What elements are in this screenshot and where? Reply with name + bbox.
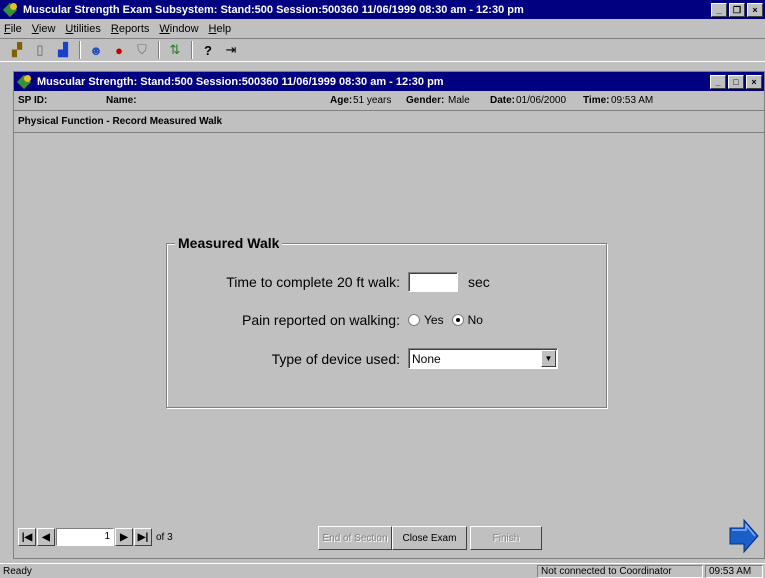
finish-button[interactable]: Finish (470, 526, 542, 550)
device-row: Type of device used: None ▼ (167, 348, 558, 369)
chart-icon[interactable]: ▟ (52, 40, 74, 60)
device-label: Type of device used: (271, 350, 400, 367)
status-bar: Ready Not connected to Coordinator 09:53… (0, 563, 765, 578)
menu-utilities[interactable]: Utilities (65, 23, 100, 35)
status-clock: 09:53 AM (705, 564, 763, 578)
pain-no-label: No (467, 313, 483, 327)
date-label: Date: (490, 95, 516, 106)
prev-page-button[interactable]: ◀ (37, 528, 55, 546)
time-value: 09:53 AM (611, 95, 654, 106)
exit-icon[interactable]: ⇥ (220, 40, 242, 60)
walk-time-unit: sec (468, 274, 490, 290)
age-value: 51 years (353, 95, 392, 106)
section-title-row: Physical Function - Record Measured Walk (14, 111, 764, 133)
walk-time-input[interactable] (408, 272, 458, 292)
filter-icon[interactable]: ⛉ (131, 40, 153, 60)
chevron-down-icon[interactable]: ▼ (541, 350, 556, 367)
close-button[interactable]: × (747, 2, 763, 17)
open-icon[interactable]: ▞ (6, 40, 28, 60)
toolbar-separator (79, 41, 81, 59)
section-title: Physical Function - Record Measured Walk (18, 116, 223, 127)
child-window-title: Muscular Strength: Stand:500 Session:500… (37, 75, 444, 88)
pain-no-radio-dot (451, 314, 464, 326)
pain-row: Pain reported on walking: Yes No (167, 312, 491, 328)
toolbar-separator (191, 41, 193, 59)
menu-view[interactable]: View (32, 23, 56, 35)
menu-help[interactable]: Help (209, 23, 232, 35)
child-minimize-button[interactable]: _ (710, 74, 726, 89)
menu-reports[interactable]: Reports (111, 23, 150, 35)
child-app-icon (17, 74, 33, 89)
page-total: of 3 (156, 531, 173, 543)
clipboard-icon[interactable]: ▯ (29, 40, 51, 60)
app-icon (3, 2, 19, 17)
menu-bar: File View Utilities Reports Window Help (0, 19, 765, 38)
device-select[interactable]: None ▼ (408, 348, 558, 369)
gender-label: Gender: (406, 95, 445, 106)
toolbar-separator (158, 41, 160, 59)
pain-yes-radio-dot (408, 314, 420, 326)
menu-window[interactable]: Window (159, 23, 198, 35)
pain-yes-radio[interactable]: Yes (408, 313, 444, 327)
walk-time-row: Time to complete 20 ft walk: sec (167, 272, 490, 292)
exam-child-window: Muscular Strength: Stand:500 Session:500… (13, 71, 765, 559)
next-arrow-icon[interactable] (727, 518, 761, 554)
child-close-button[interactable]: × (746, 74, 762, 89)
age-label: Age: (330, 95, 353, 106)
date-value: 01/06/2000 (516, 95, 567, 106)
menu-file[interactable]: File (4, 23, 22, 35)
status-text: Ready (3, 565, 32, 577)
next-page-button[interactable]: ▶ (115, 528, 133, 546)
child-title-bar: Muscular Strength: Stand:500 Session:500… (14, 72, 764, 91)
walk-time-label: Time to complete 20 ft walk: (226, 274, 400, 290)
minimize-button[interactable]: _ (711, 2, 727, 17)
close-exam-button[interactable]: Close Exam (392, 526, 467, 550)
participant-info-row: SP ID: Name: Age: 51 years Gender: Male … (14, 91, 764, 111)
pain-no-radio[interactable]: No (451, 313, 483, 327)
spid-label: SP ID: (18, 95, 48, 106)
gender-value: Male (448, 95, 470, 106)
pain-yes-label: Yes (424, 313, 444, 327)
measured-walk-group: Measured Walk Time to complete 20 ft wal… (166, 235, 607, 408)
child-maximize-button[interactable]: □ (728, 74, 744, 89)
main-title-bar: Muscular Strength Exam Subsystem: Stand:… (0, 0, 765, 19)
name-label: Name: (106, 95, 137, 106)
sort-icon[interactable]: ⇅ (164, 40, 186, 60)
page-number-input[interactable]: 1 (56, 528, 114, 546)
stop-icon[interactable]: ● (108, 40, 130, 60)
time-label: Time: (583, 95, 610, 106)
toolbar: ▞ ▯ ▟ ☻ ● ⛉ ⇅ ? ⇥ (0, 38, 765, 62)
users-icon[interactable]: ☻ (85, 40, 107, 60)
device-select-value: None (412, 351, 441, 366)
page-navigation: |◀ ◀ 1 ▶ ▶| of 3 (18, 526, 173, 548)
last-page-button[interactable]: ▶| (134, 528, 152, 546)
first-page-button[interactable]: |◀ (18, 528, 36, 546)
group-title: Measured Walk (175, 235, 283, 251)
end-of-section-button[interactable]: End of Section (318, 526, 392, 550)
restore-button[interactable]: ❐ (729, 2, 745, 17)
connection-status: Not connected to Coordinator (537, 564, 703, 578)
help-icon[interactable]: ? (197, 40, 219, 60)
main-window-title: Muscular Strength Exam Subsystem: Stand:… (23, 3, 524, 16)
pain-label: Pain reported on walking: (242, 312, 400, 328)
